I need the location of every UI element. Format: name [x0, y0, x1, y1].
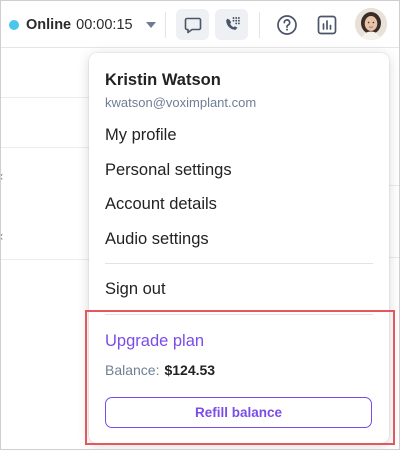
balance-row: Balance: $124.53 [105, 362, 215, 378]
background-divider [389, 185, 399, 186]
menu-divider [105, 314, 373, 315]
background-divider [1, 147, 89, 148]
background-divider [389, 257, 399, 258]
user-avatar[interactable] [355, 8, 387, 40]
chat-icon [184, 17, 201, 33]
upgrade-plan-link[interactable]: Upgrade plan [105, 332, 204, 351]
status-timer: 00:00:15 [76, 17, 133, 33]
background-glyph: ‹ [1, 229, 4, 245]
background-divider [1, 97, 89, 98]
report-chart-icon [317, 15, 336, 34]
menu-divider [105, 263, 373, 264]
background-glyph: ‹ [1, 169, 4, 185]
background-divider [1, 259, 89, 260]
refill-balance-button[interactable]: Refill balance [105, 397, 372, 428]
help-button[interactable] [270, 9, 303, 40]
user-name: Kristin Watson [105, 71, 221, 89]
top-bar: Online 00:00:15 [1, 1, 399, 48]
status-dot [9, 20, 19, 30]
user-menu: Kristin Watson kwatson@voximplant.com My… [89, 53, 389, 443]
status-label: Online [26, 17, 72, 33]
divider [165, 12, 166, 38]
app-window: Online 00:00:15 Kristin Watson kwatson@v… [0, 0, 400, 450]
help-icon [276, 14, 297, 35]
user-email: kwatson@voximplant.com [105, 95, 257, 110]
avatar-photo [355, 8, 387, 40]
dialpad-phone-icon [225, 16, 240, 30]
chat-button[interactable] [176, 9, 209, 40]
reports-button[interactable] [310, 9, 343, 40]
status-selector[interactable]: Online 00:00:15 [9, 14, 156, 36]
balance-label: Balance: [105, 362, 160, 378]
chevron-down-icon[interactable] [145, 22, 156, 28]
menu-item-account-details[interactable]: Account details [105, 191, 373, 217]
menu-item-personal-settings[interactable]: Personal settings [105, 157, 373, 183]
divider [259, 12, 260, 38]
dialpad-button[interactable] [215, 9, 248, 40]
sign-out-item[interactable]: Sign out [105, 276, 373, 302]
menu-item-my-profile[interactable]: My profile [105, 122, 373, 148]
balance-value: $124.53 [164, 362, 216, 378]
status-text: Online 00:00:15 [26, 17, 133, 33]
menu-item-audio-settings[interactable]: Audio settings [105, 226, 373, 252]
